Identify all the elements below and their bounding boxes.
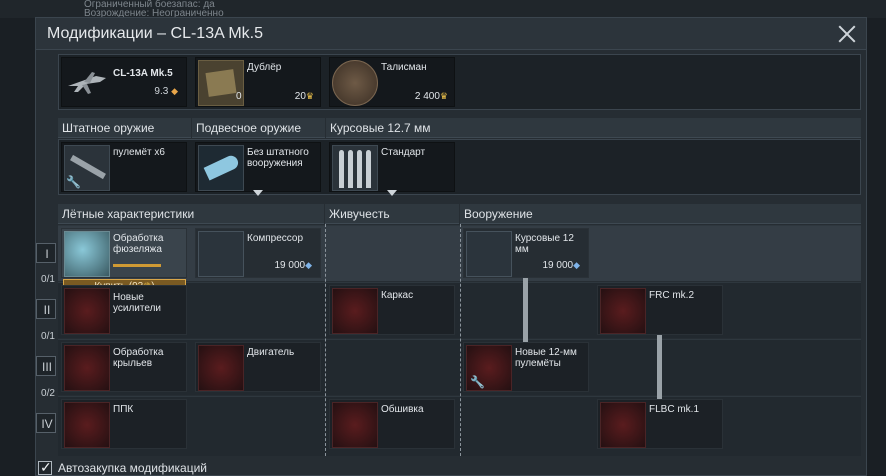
weapon-slot-ammo[interactable]: Стандарт: [329, 142, 455, 192]
autobuy-row: Автозакупка модификаций: [38, 459, 208, 476]
mod-new-boosters[interactable]: Новые усилители: [61, 285, 187, 335]
mod-name: Новые 12-мм пулемёты: [515, 347, 577, 369]
dependency-line: [523, 278, 528, 342]
section-header-armament: Вооружение: [460, 204, 861, 224]
section-header-course-guns: Курсовые 12.7 мм: [326, 118, 861, 138]
weapon-name: Без штатного вооружения: [247, 147, 309, 169]
mod-price-value: 19 000: [542, 260, 574, 271]
mod-flbc[interactable]: FLBC mk.1: [597, 399, 723, 449]
tier-progress: 0/1: [41, 274, 55, 285]
window-title: Модификации – CL-13A Mk.5: [47, 24, 263, 42]
mod-name: Каркас: [381, 290, 414, 301]
wing-icon: [64, 345, 110, 391]
research-progress-bar: [113, 264, 161, 267]
mod-name: Обработка крыльев: [113, 347, 164, 369]
chevron-down-icon[interactable]: [253, 190, 263, 196]
consumable-price-value: 2 400: [414, 91, 440, 102]
column-divider: [325, 224, 326, 456]
mod-name: Компрессор: [247, 233, 304, 244]
rank-diamond-icon: ◆: [171, 86, 178, 96]
close-button[interactable]: [838, 25, 856, 43]
mod-compressor[interactable]: Компрессор 19 000◆: [195, 228, 321, 278]
mod-new-mg[interactable]: 🔧 Новые 12-мм пулемёты: [463, 342, 589, 392]
vehicle-br: 9.3 ◆: [154, 86, 178, 97]
tier-label: IV: [41, 417, 53, 431]
silver-lion-icon: ◆: [305, 260, 312, 270]
engine-icon: [198, 345, 244, 391]
mod-frame[interactable]: Каркас: [329, 285, 455, 335]
wrench-icon: 🔧: [66, 175, 81, 189]
consumable-name: Талисман: [381, 62, 427, 73]
dependency-line: [657, 335, 662, 399]
wrench-icon: 🔧: [470, 375, 485, 389]
mod-name: Курсовые 12 мм: [515, 233, 574, 255]
mod-name: FRC mk.2: [649, 290, 694, 301]
ammo-icon: [466, 231, 512, 277]
mod-cover[interactable]: Обшивка: [329, 399, 455, 449]
section-header-flight: Лётные характеристики: [58, 204, 324, 224]
talisman-icon: [332, 60, 378, 106]
ammo-belt-icon: [332, 145, 378, 191]
mod-price: 19 000◆: [542, 260, 580, 271]
mod-name: Обработка фюзеляжа: [113, 233, 164, 255]
fuselage-icon: [64, 231, 110, 277]
mod-name: Двигатель: [247, 347, 295, 358]
consumable-price: 2 400♛: [415, 91, 448, 102]
mod-ppk[interactable]: ППК: [61, 399, 187, 449]
section-header-survivability: Живучесть: [325, 204, 459, 224]
consumable-price: 20♛: [295, 91, 314, 102]
frame-icon: [332, 288, 378, 334]
g-suit-icon: [64, 402, 110, 448]
mod-price-value: 19 000: [274, 260, 306, 271]
consumable-count: 0: [236, 91, 242, 102]
tier-label: I: [45, 247, 49, 261]
background-info: Ограниченный боезапас: да Возрождение: Н…: [0, 0, 886, 18]
rocket-icon: [600, 288, 646, 334]
mod-fuselage[interactable]: Обработка фюзеляжа: [61, 228, 187, 278]
bomb-icon: [600, 402, 646, 448]
tier-progress: 0/2: [41, 388, 55, 399]
mod-frc[interactable]: FRC mk.2: [597, 285, 723, 335]
weapon-slot-mg[interactable]: 🔧 пулемёт x6: [61, 142, 187, 192]
vehicle-name: CL-13A Mk.5: [113, 68, 173, 79]
tier-progress: 0/1: [41, 331, 55, 342]
golden-eagle-icon: ♛: [439, 91, 448, 101]
consumable-name: Дублёр: [247, 62, 282, 73]
autobuy-label: Автозакупка модификаций: [58, 461, 208, 475]
mod-name: ППК: [113, 404, 134, 415]
mod-name: FLBC mk.1: [649, 404, 700, 415]
consumable-price-value: 20: [294, 91, 306, 102]
column-divider: [460, 224, 461, 456]
vehicle-br-value: 9.3: [154, 86, 169, 97]
autobuy-checkbox[interactable]: [38, 459, 52, 476]
section-header-standard-weapons: Штатное оружие: [58, 118, 191, 138]
mod-wings[interactable]: Обработка крыльев: [61, 342, 187, 392]
mod-engine[interactable]: Двигатель: [195, 342, 321, 392]
mod-course-ammo[interactable]: Курсовые 12 мм 19 000◆: [463, 228, 589, 278]
silver-lion-icon: ◆: [573, 260, 580, 270]
tier-label: II: [43, 303, 51, 317]
golden-eagle-icon: ♛: [305, 91, 314, 101]
vehicle-slot[interactable]: CL-13A Mk.5 9.3 ◆: [61, 57, 187, 107]
plane-icon: [68, 72, 106, 94]
compressor-icon: [198, 231, 244, 277]
titlebar: Модификации – CL-13A Mk.5: [36, 18, 866, 50]
consumable-slot-backup[interactable]: Дублёр 0 20♛: [195, 57, 321, 107]
pylon-icon: [198, 145, 244, 191]
mod-price: 19 000◆: [274, 260, 312, 271]
cover-icon: [332, 402, 378, 448]
weapon-name: Стандарт: [381, 147, 426, 158]
tier-label: III: [41, 360, 52, 374]
chevron-down-icon[interactable]: [387, 190, 397, 196]
weapon-slot-suspended[interactable]: Без штатного вооружения: [195, 142, 321, 192]
consumable-slot-talisman[interactable]: Талисман 2 400♛: [329, 57, 455, 107]
mod-name: Обшивка: [381, 404, 424, 415]
section-header-suspended-weapons: Подвесное оружие: [192, 118, 325, 138]
booster-icon: [64, 288, 110, 334]
mod-name: Новые усилители: [113, 292, 162, 314]
weapon-name: пулемёт x6: [113, 147, 165, 158]
